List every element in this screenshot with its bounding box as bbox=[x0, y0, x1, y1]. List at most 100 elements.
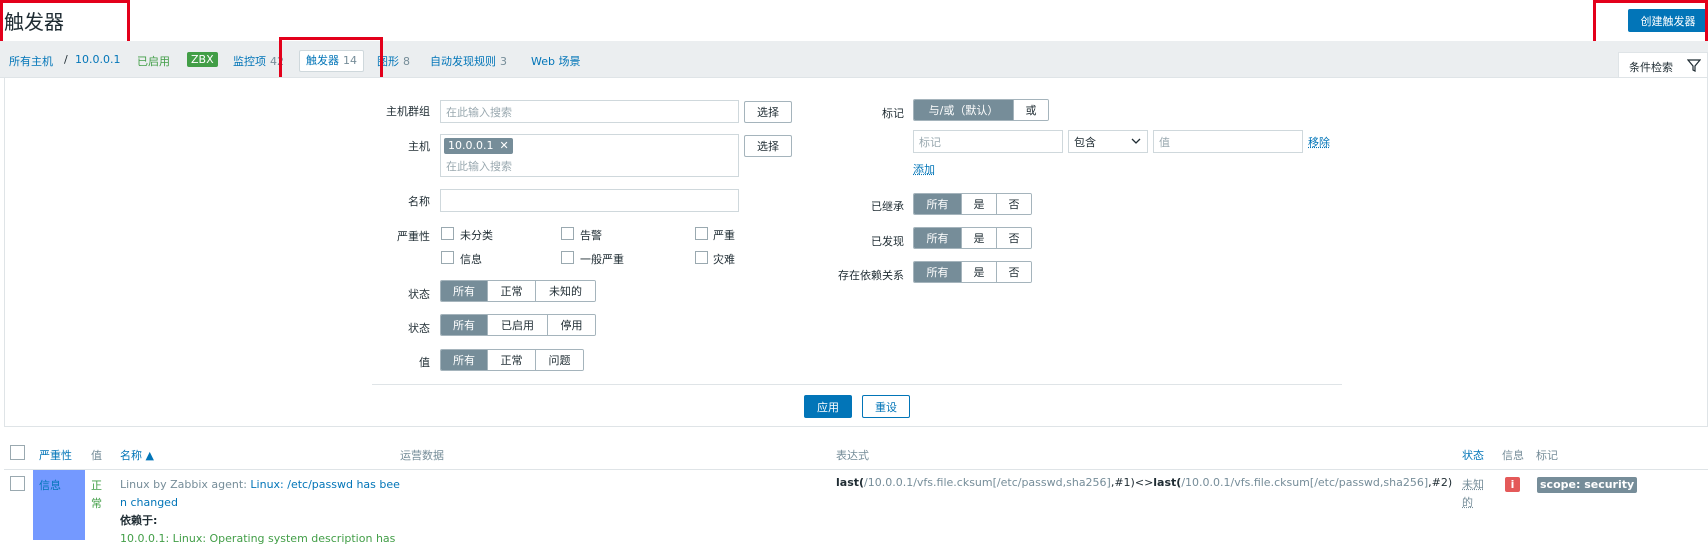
status-option-enabled[interactable]: 已启用 bbox=[487, 315, 547, 335]
tags-mode-and-or[interactable]: 与/或（默认） bbox=[914, 100, 1013, 120]
expr-end: ,#2) bbox=[1428, 476, 1453, 489]
dependencies-segmented-control: 所有 是 否 bbox=[913, 261, 1032, 283]
column-header-operational-data: 运营数据 bbox=[400, 449, 444, 462]
state-label: 状态 bbox=[408, 288, 430, 301]
tag-add-link[interactable]: 添加 bbox=[913, 161, 935, 177]
column-header-value: 值 bbox=[91, 449, 102, 462]
tag-name-input[interactable]: 标记 bbox=[913, 130, 1063, 153]
reset-button[interactable]: 重设 bbox=[862, 395, 910, 418]
apply-button[interactable]: 应用 bbox=[804, 395, 852, 418]
severity-label-disaster: 灾难 bbox=[713, 253, 735, 266]
trigger-expression: last(/10.0.0.1/vfs.file.cksum[/etc/passw… bbox=[836, 476, 1452, 489]
inherited-option-yes[interactable]: 是 bbox=[961, 194, 996, 214]
zbx-availability-badge: ZBX bbox=[187, 52, 218, 67]
host-select-button[interactable]: 选择 bbox=[744, 135, 792, 157]
template-link[interactable]: Linux by Zabbix agent bbox=[120, 478, 243, 491]
tag-operator-select[interactable]: 包含 bbox=[1068, 130, 1148, 153]
column-header-severity[interactable]: 严重性 bbox=[39, 447, 72, 463]
inherited-label: 已继承 bbox=[871, 200, 904, 213]
tag-remove-link[interactable]: 移除 bbox=[1308, 134, 1330, 150]
host-status-enabled[interactable]: 已启用 bbox=[137, 53, 170, 69]
severity-checkbox-average[interactable] bbox=[561, 251, 574, 264]
nav-items[interactable]: 监控项 42 bbox=[233, 53, 284, 69]
severity-cell: 信息 bbox=[33, 470, 85, 540]
info-icon[interactable]: i bbox=[1505, 477, 1520, 492]
host-group-input[interactable]: 在此输入搜索 bbox=[440, 100, 739, 123]
discovered-option-no[interactable]: 否 bbox=[996, 228, 1031, 248]
tags-mode-or[interactable]: 或 bbox=[1013, 100, 1048, 120]
discovered-option-yes[interactable]: 是 bbox=[961, 228, 996, 248]
expr-function-2: last( bbox=[1153, 476, 1182, 489]
nav-web-scenarios[interactable]: Web 场景 bbox=[531, 53, 580, 69]
host-multiselect[interactable]: 10.0.0.1 ✕ 在此输入搜索 bbox=[440, 134, 739, 177]
severity-label-average: 一般严重 bbox=[580, 253, 624, 266]
dependencies-option-all[interactable]: 所有 bbox=[914, 262, 961, 282]
inherited-option-no[interactable]: 否 bbox=[996, 194, 1031, 214]
close-icon[interactable]: ✕ bbox=[499, 138, 508, 154]
status-option-all[interactable]: 所有 bbox=[441, 315, 487, 335]
table-row: 信息 正常 Linux by Zabbix agent: Linux: /etc… bbox=[4, 470, 1708, 545]
state-option-unknown[interactable]: 未知的 bbox=[535, 281, 595, 301]
breadcrumb-all-hosts[interactable]: 所有主机 bbox=[9, 53, 53, 69]
expr-item-link-1[interactable]: /10.0.0.1/vfs.file.cksum[/etc/passwd,sha… bbox=[864, 476, 1111, 489]
trigger-name-cell: Linux by Zabbix agent: Linux: /etc/passw… bbox=[120, 476, 400, 548]
dependency-link[interactable]: 10.0.0.1: Linux: Operating system descri… bbox=[120, 530, 400, 548]
severity-value: 信息 bbox=[39, 479, 61, 492]
column-header-name[interactable]: 名称 ▲ bbox=[120, 447, 154, 463]
severity-checkbox-disaster[interactable] bbox=[695, 251, 708, 264]
inherited-option-all[interactable]: 所有 bbox=[914, 194, 961, 214]
severity-checkbox-information[interactable] bbox=[441, 251, 454, 264]
status-segmented-control: 所有 已启用 停用 bbox=[440, 314, 596, 336]
severity-label-high: 严重 bbox=[713, 229, 735, 242]
filter-divider bbox=[372, 384, 1342, 385]
select-all-checkbox[interactable] bbox=[10, 445, 25, 460]
severity-label-not-classified: 未分类 bbox=[460, 229, 493, 242]
state-option-normal[interactable]: 正常 bbox=[487, 281, 535, 301]
dependencies-option-no[interactable]: 否 bbox=[996, 262, 1031, 282]
breadcrumb-separator: / bbox=[64, 53, 68, 66]
discovered-option-all[interactable]: 所有 bbox=[914, 228, 961, 248]
tag-badge[interactable]: scope: security bbox=[1537, 477, 1638, 493]
severity-checkbox-not-classified[interactable] bbox=[441, 227, 454, 240]
inherited-segmented-control: 所有 是 否 bbox=[913, 193, 1032, 215]
column-header-info: 信息 bbox=[1502, 449, 1524, 462]
name-separator: : bbox=[243, 478, 247, 491]
severity-checkbox-high[interactable] bbox=[695, 227, 708, 240]
trigger-name-link-cont[interactable]: n changed bbox=[120, 494, 400, 512]
host-chip[interactable]: 10.0.0.1 ✕ bbox=[444, 138, 513, 154]
value-option-problem[interactable]: 问题 bbox=[535, 350, 583, 370]
discovered-label: 已发现 bbox=[871, 235, 904, 248]
dependencies-option-yes[interactable]: 是 bbox=[961, 262, 996, 282]
state-option-all[interactable]: 所有 bbox=[441, 281, 487, 301]
trigger-name-link[interactable]: Linux: /etc/passwd has bee bbox=[250, 478, 400, 491]
nav-discovery-rules[interactable]: 自动发现规则 3 bbox=[430, 53, 507, 69]
severity-label-warning: 告警 bbox=[580, 229, 602, 242]
severity-checkbox-warning[interactable] bbox=[561, 227, 574, 240]
value-option-ok[interactable]: 正常 bbox=[487, 350, 535, 370]
status-label: 状态 bbox=[408, 322, 430, 335]
breadcrumb-host[interactable]: 10.0.0.1 bbox=[75, 53, 120, 66]
host-group-select-button[interactable]: 选择 bbox=[744, 101, 792, 123]
column-header-status[interactable]: 状态 bbox=[1462, 447, 1484, 463]
host-group-label: 主机群组 bbox=[386, 105, 430, 118]
name-input[interactable] bbox=[440, 189, 739, 212]
expr-item-link-2[interactable]: /10.0.0.1/vfs.file.cksum[/etc/passwd,sha… bbox=[1181, 476, 1428, 489]
expr-operator: ,#1)<> bbox=[1110, 476, 1154, 489]
highlight-box-title bbox=[0, 0, 130, 45]
status-option-disabled[interactable]: 停用 bbox=[547, 315, 595, 335]
value-option-all[interactable]: 所有 bbox=[441, 350, 487, 370]
tag-value-input[interactable]: 值 bbox=[1153, 130, 1303, 153]
host-search-placeholder[interactable]: 在此输入搜索 bbox=[446, 158, 512, 174]
column-header-tags: 标记 bbox=[1536, 449, 1558, 462]
filter-icon bbox=[1687, 59, 1701, 72]
row-select-checkbox[interactable] bbox=[10, 476, 25, 491]
trigger-status[interactable]: 未知 的 bbox=[1462, 476, 1484, 512]
host-label: 主机 bbox=[408, 140, 430, 153]
chevron-down-icon bbox=[1131, 138, 1141, 144]
value-segmented-control: 所有 正常 问题 bbox=[440, 349, 584, 371]
severity-label: 严重性 bbox=[397, 230, 430, 243]
filter-panel bbox=[4, 77, 1708, 427]
filter-tab[interactable]: 条件检索 bbox=[1618, 52, 1708, 78]
state-segmented-control: 所有 正常 未知的 bbox=[440, 280, 596, 302]
dependencies-label: 存在依赖关系 bbox=[838, 269, 904, 282]
